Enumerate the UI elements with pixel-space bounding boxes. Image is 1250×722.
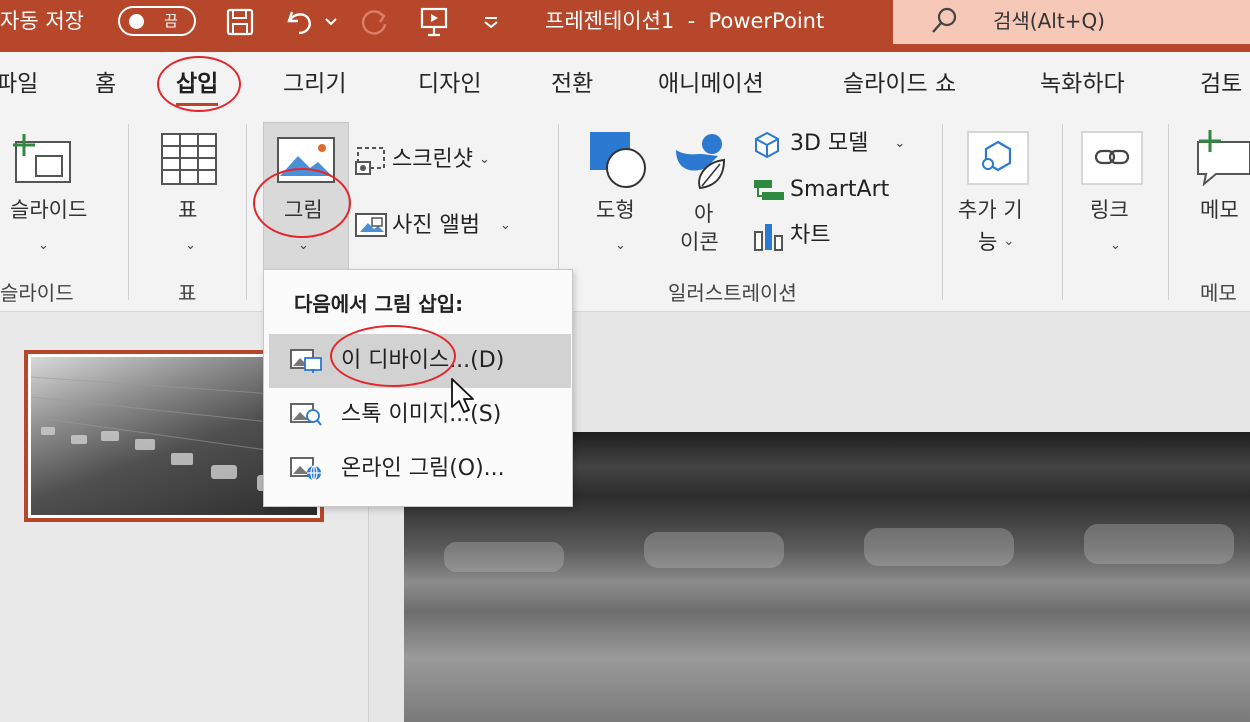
screenshot-icon[interactable]: [354, 146, 388, 180]
photo-album-label: 사진 앨범: [392, 213, 480, 238]
group-label-slides: 슬라이드: [0, 281, 74, 305]
icons-icon[interactable]: [672, 130, 736, 196]
3d-model-label: 3D 모델: [790, 131, 869, 156]
icons-button-line1[interactable]: 아: [694, 200, 713, 228]
group-divider: [1168, 124, 1169, 300]
screenshot-button[interactable]: 스크린샷 ⌄: [392, 146, 490, 174]
smartart-icon[interactable]: [752, 176, 786, 208]
autosave-toggle[interactable]: 끔: [118, 6, 196, 36]
menu-item-label: 스톡 이미지...(S): [341, 402, 502, 427]
toggle-knob: [129, 14, 144, 29]
group-label-illustrations: 일러스트레이션: [668, 281, 797, 305]
add-ins-button-line2[interactable]: 능 ⌄: [978, 228, 1014, 256]
menu-item-label: 이 디바이스...(D): [341, 348, 505, 373]
search-placeholder: 검색(Alt+Q): [993, 9, 1105, 33]
tab-design[interactable]: 디자인: [418, 68, 481, 100]
tab-transitions[interactable]: 전환: [551, 68, 593, 100]
chart-icon[interactable]: [752, 220, 786, 256]
mouse-cursor-icon: [450, 377, 476, 419]
chevron-down-icon[interactable]: ⌄: [1110, 232, 1121, 260]
chevron-down-icon[interactable]: ⌄: [185, 232, 196, 260]
shapes-icon[interactable]: [588, 130, 650, 194]
undo-icon[interactable]: [280, 4, 320, 40]
window-title: 프레젠테이션1 - PowerPoint: [545, 9, 825, 33]
chevron-down-icon[interactable]: ⌄: [615, 232, 626, 260]
autosave-label: 자동 저장: [0, 9, 84, 33]
group-divider: [942, 124, 943, 300]
ribbon: 슬라이드 ⌄ 슬라이드 표 ⌄ 표 그림 ⌄ 스크린샷 ⌄ 사진 앨범 ⌄ 도형 ⌄…: [0, 116, 1250, 312]
menu-title: 다음에서 그림 삽입:: [294, 292, 464, 316]
picture-button[interactable]: 그림: [284, 196, 323, 224]
chevron-down-icon: ⌄: [499, 218, 511, 233]
photo-album-button[interactable]: 사진 앨범 ⌄: [392, 212, 511, 240]
save-icon[interactable]: [222, 4, 258, 40]
group-divider: [128, 124, 129, 300]
add-ins-label: 능: [978, 230, 998, 254]
group-divider: [246, 124, 247, 300]
ribbon-tabs: 파일 홈 삽입 그리기 디자인 전환 애니메이션 슬라이드 쇼 녹화하다 검토: [0, 52, 1250, 116]
device-picture-icon: [289, 348, 323, 378]
tab-record[interactable]: 녹화하다: [1040, 68, 1125, 100]
photo-album-icon[interactable]: [354, 210, 388, 244]
comment-icon[interactable]: [1192, 130, 1250, 190]
add-ins-icon[interactable]: [966, 130, 1030, 190]
chevron-down-icon[interactable]: ⌄: [298, 232, 309, 260]
menu-item-online-pictures[interactable]: 온라인 그림(O)...: [269, 442, 571, 496]
menu-item-label: 온라인 그림(O)...: [341, 456, 505, 481]
new-slide-icon[interactable]: [10, 134, 74, 190]
autosave-state: 끔: [164, 12, 178, 30]
tab-draw[interactable]: 그리기: [283, 68, 346, 100]
table-button[interactable]: 표: [178, 196, 197, 224]
menu-item-stock-images[interactable]: 스톡 이미지...(S): [269, 388, 571, 442]
3d-model-icon[interactable]: [752, 130, 782, 164]
undo-dropdown-icon[interactable]: [322, 4, 340, 40]
link-icon[interactable]: [1080, 130, 1144, 190]
tab-animations[interactable]: 애니메이션: [658, 68, 764, 100]
comment-button[interactable]: 메모: [1200, 196, 1239, 224]
smartart-button[interactable]: SmartArt: [790, 176, 889, 204]
title-bar: 자동 저장 끔 프레젠테이션1 - PowerPoint 검색(Alt+Q): [0, 0, 1250, 52]
chevron-down-icon[interactable]: ⌄: [38, 232, 49, 260]
new-slide-button[interactable]: 슬라이드: [10, 196, 87, 224]
screenshot-label: 스크린샷: [392, 147, 473, 172]
add-ins-button-line1[interactable]: 추가 기: [958, 196, 1023, 224]
group-divider: [1062, 124, 1063, 300]
picture-icon[interactable]: [276, 136, 336, 188]
present-icon[interactable]: [416, 4, 452, 40]
redo-icon: [356, 4, 394, 40]
tab-review[interactable]: 검토: [1200, 68, 1242, 100]
insert-picture-menu: 다음에서 그림 삽입: 이 디바이스...(D) 스톡 이미지...(S) 온라…: [263, 269, 573, 507]
search-icon: [930, 6, 960, 40]
chevron-down-icon: ⌄: [894, 136, 906, 151]
icons-button-line2[interactable]: 이콘: [680, 228, 719, 256]
link-button[interactable]: 링크: [1090, 196, 1129, 224]
chevron-down-icon: ⌄: [478, 152, 490, 167]
search-box[interactable]: 검색(Alt+Q): [893, 0, 1250, 44]
tab-slideshow[interactable]: 슬라이드 쇼: [843, 68, 956, 100]
group-label-comments: 메모: [1200, 281, 1237, 305]
tab-insert[interactable]: 삽입: [176, 68, 219, 106]
stock-image-icon: [289, 402, 323, 432]
shapes-button[interactable]: 도형: [596, 196, 635, 224]
menu-item-this-device[interactable]: 이 디바이스...(D): [269, 334, 571, 388]
table-icon[interactable]: [160, 132, 218, 190]
customize-toolbar-icon[interactable]: [478, 4, 504, 40]
3d-model-button[interactable]: 3D 모델 ⌄: [790, 130, 905, 158]
tab-file[interactable]: 파일: [0, 68, 38, 100]
online-picture-icon: [289, 456, 323, 486]
group-label-tables: 표: [178, 281, 197, 305]
tab-home[interactable]: 홈: [95, 68, 116, 100]
chart-button[interactable]: 차트: [790, 222, 830, 250]
chevron-down-icon: ⌄: [1003, 234, 1015, 249]
